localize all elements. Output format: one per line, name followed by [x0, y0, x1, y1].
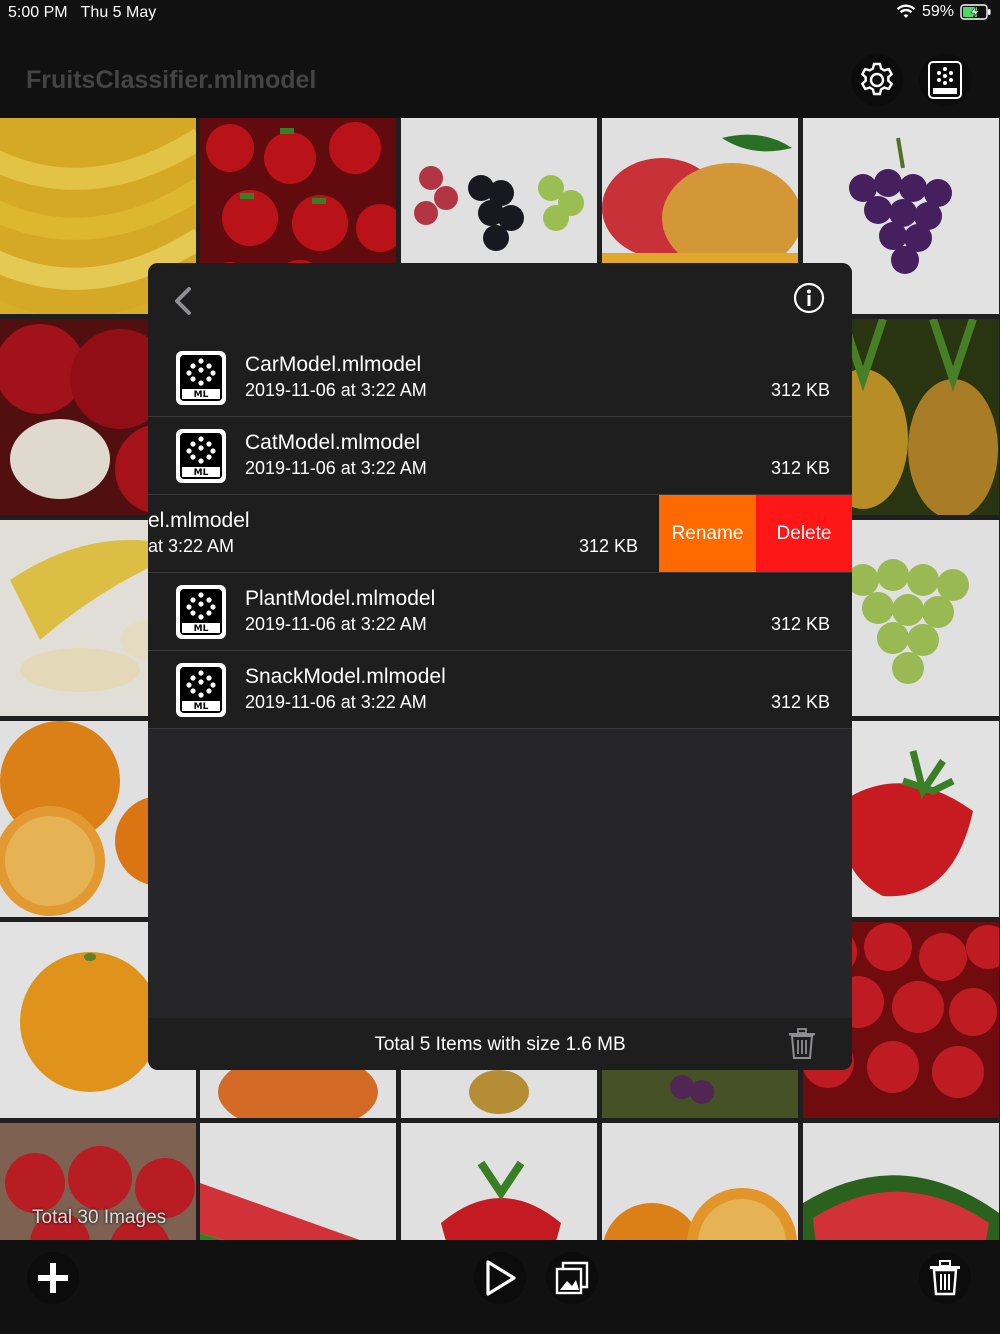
status-time: 5:00 PM Thu 5 May [8, 4, 157, 21]
play-button[interactable] [474, 1252, 526, 1304]
model-date: 2019-11-06 at 3:22 AM [245, 458, 427, 478]
status-right: 59% [896, 3, 992, 21]
model-size: 312 KB [578, 536, 638, 556]
model-list-panel: ML CarModel.mlmodel 2019-11-06 at 3:22 A… [148, 263, 852, 1070]
model-picker-button[interactable] [919, 54, 971, 106]
info-icon [793, 282, 825, 314]
battery-percent: 59% [921, 3, 954, 20]
info-button[interactable] [792, 281, 826, 315]
add-button[interactable] [27, 1252, 79, 1304]
model-size: 312 KB [770, 380, 830, 400]
svg-text:ML: ML [194, 390, 209, 400]
settings-button[interactable] [851, 54, 903, 106]
model-size: 312 KB [770, 692, 830, 712]
model-name: SnackModel.mlmodel [245, 665, 446, 688]
model-row-3[interactable]: ML PlantModel.mlmodel 2019-11-06 at 3:22… [148, 573, 852, 651]
model-name: CatModel.mlmodel [245, 431, 421, 454]
model-row-0[interactable]: ML CarModel.mlmodel 2019-11-06 at 3:22 A… [148, 339, 852, 417]
model-date: 2019-11-06 at 3:22 AM [245, 614, 427, 634]
ml-model-icon [928, 61, 962, 99]
model-date: at 3:22 AM [148, 536, 235, 556]
model-date: 2019-11-06 at 3:22 AM [245, 692, 427, 712]
svg-text:ML: ML [194, 702, 209, 712]
plus-icon [38, 1263, 68, 1293]
panel-footer: Total 5 Items with size 1.6 MB [148, 1018, 852, 1070]
svg-text:ML: ML [194, 624, 209, 634]
trash-icon [930, 1260, 960, 1296]
ml-model-icon: ML [176, 351, 226, 405]
svg-text:ML: ML [194, 468, 209, 478]
wifi-icon [896, 4, 916, 18]
photo-stack-icon [555, 1261, 589, 1295]
total-images-label: Total 30 Images [32, 1207, 167, 1228]
delete-button[interactable]: Delete [756, 495, 852, 572]
model-row-1[interactable]: ML CatModel.mlmodel 2019-11-06 at 3:22 A… [148, 417, 852, 495]
model-name: PlantModel.mlmodel [245, 587, 436, 610]
nav-bar: FruitsClassifier.mlmodel [0, 26, 1000, 118]
trash-icon [789, 1028, 815, 1059]
page-title: FruitsClassifier.mlmodel [26, 66, 317, 94]
rename-button[interactable]: Rename [659, 495, 756, 572]
play-icon [486, 1260, 516, 1296]
model-row-4[interactable]: ML SnackModel.mlmodel 2019-11-06 at 3:22… [148, 651, 852, 729]
chevron-left-icon [175, 287, 191, 315]
ml-model-icon: ML [176, 585, 226, 639]
model-name: el.mlmodel [148, 509, 250, 532]
bottom-toolbar [0, 1240, 1000, 1334]
gallery-button[interactable] [546, 1252, 598, 1304]
panel-header [148, 263, 852, 339]
ml-model-icon: ML [176, 663, 226, 717]
battery-charging-icon [960, 4, 991, 20]
model-name: CarModel.mlmodel [245, 353, 422, 376]
gear-icon [860, 62, 894, 96]
delete-all-models-button[interactable] [788, 1028, 822, 1062]
model-size: 312 KB [770, 458, 830, 478]
model-row-2-swiped[interactable]: el.mlmodel at 3:22 AM 312 KB Rename Dele… [148, 495, 852, 573]
model-date: 2019-11-06 at 3:22 AM [245, 380, 427, 400]
delete-all-button[interactable] [919, 1252, 971, 1304]
status-bar: 5:00 PM Thu 5 May 59% [0, 0, 1000, 26]
ml-model-icon: ML [176, 429, 226, 483]
model-size: 312 KB [770, 614, 830, 634]
items-summary: Total 5 Items with size 1.6 MB [374, 1034, 626, 1055]
back-button[interactable] [168, 281, 198, 321]
